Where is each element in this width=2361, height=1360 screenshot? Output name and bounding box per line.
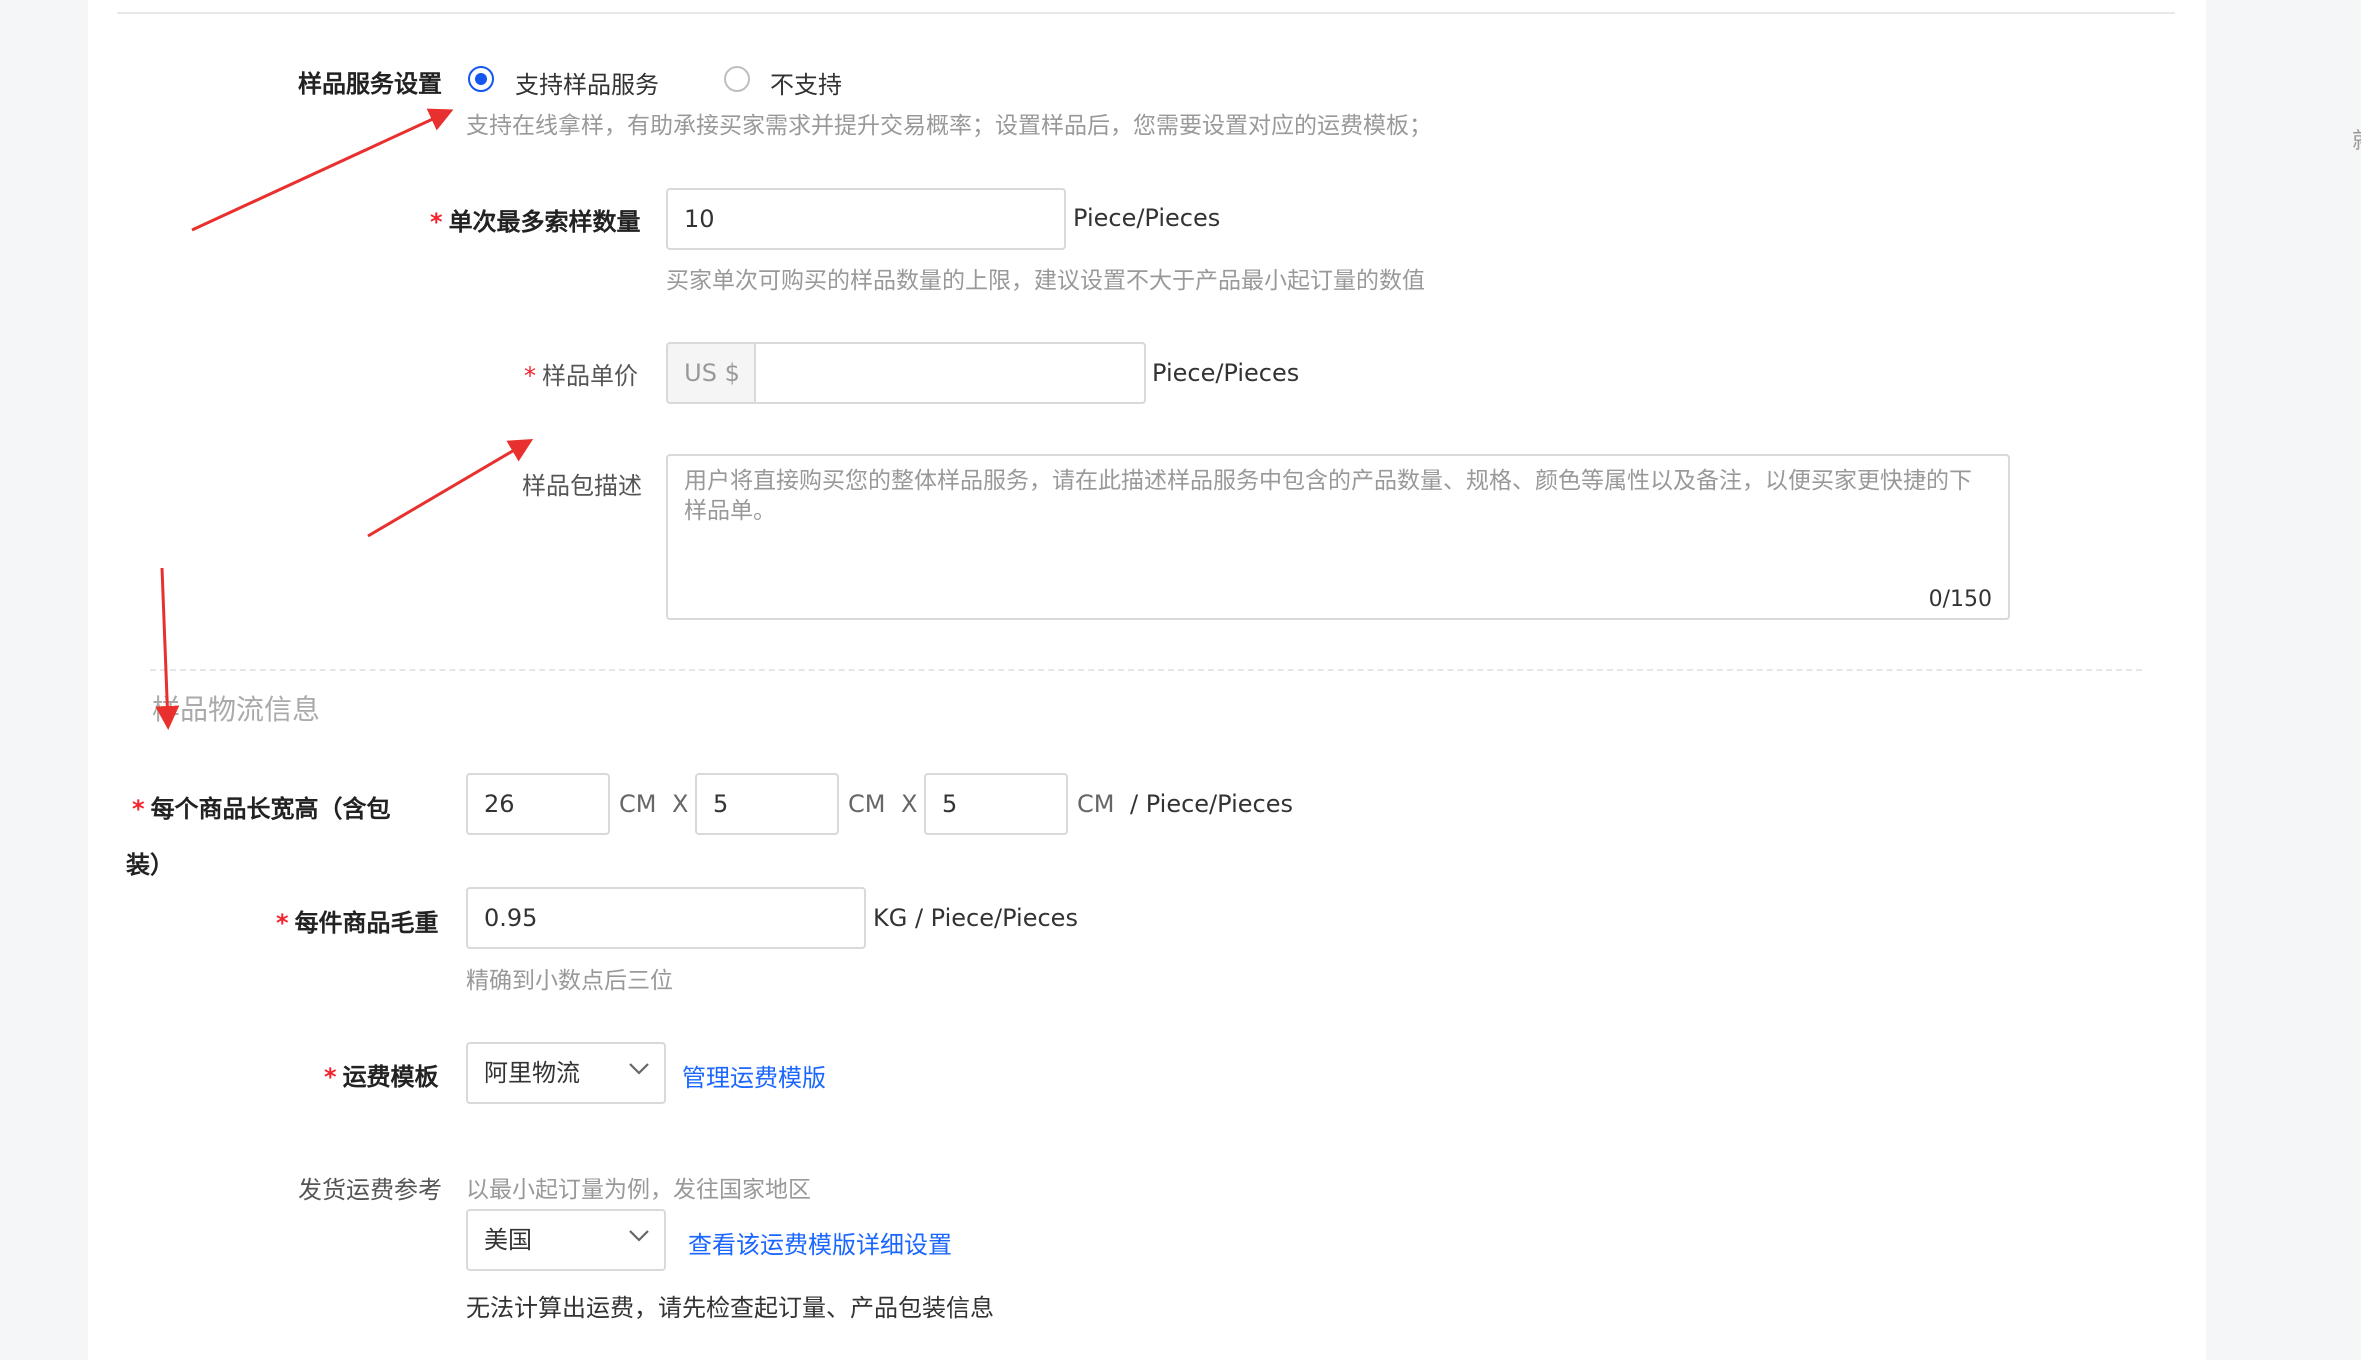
annotation-arrows [155,108,534,730]
annotation-arrow-3 [155,567,180,730]
annotation-arrow-1 [191,108,454,232]
annotation-arrow-2 [367,438,534,538]
